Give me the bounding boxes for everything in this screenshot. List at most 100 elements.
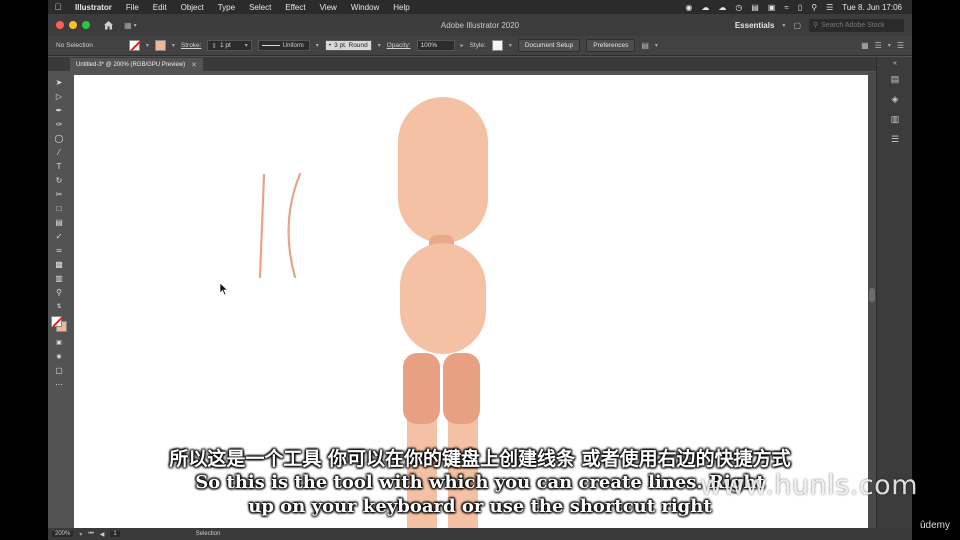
chevron-down-icon[interactable]: ▾: [146, 42, 149, 49]
fill-stroke-indicator[interactable]: [51, 316, 67, 332]
minimize-window-button[interactable]: [69, 21, 77, 29]
libraries-panel-icon[interactable]: ▥: [877, 109, 912, 129]
free-transform-tool-icon[interactable]: □: [52, 202, 66, 214]
variable-width-profile[interactable]: Uniform: [257, 40, 310, 51]
more-tools-icon[interactable]: ⋯: [52, 378, 66, 390]
gradient-tool-icon[interactable]: ▤: [52, 216, 66, 228]
cloud-upload-icon[interactable]: ☁: [718, 3, 726, 12]
menu-effect[interactable]: Effect: [278, 3, 312, 12]
document-setup-button[interactable]: Document Setup: [517, 39, 581, 52]
creative-cloud-icon[interactable]: ☁: [701, 3, 709, 12]
fill-none-swatch[interactable]: [128, 40, 140, 51]
graphic-style-swatch[interactable]: [491, 40, 503, 51]
artboard-tool-icon[interactable]: ▥: [52, 272, 66, 284]
zoom-level[interactable]: 200%: [52, 531, 74, 537]
search-icon[interactable]: ⚲: [811, 3, 817, 12]
blend-tool-icon[interactable]: ≃: [52, 244, 66, 256]
chevron-down-icon[interactable]: ▾: [172, 42, 175, 49]
stepper-icon[interactable]: ⇕: [211, 42, 216, 50]
menubar-clock[interactable]: Tue 8. Jun 17:06: [842, 3, 902, 12]
selection-tool-icon[interactable]: ➤: [52, 76, 66, 88]
menu-file[interactable]: File: [119, 3, 146, 12]
brush-definition[interactable]: • 3 pt. Round: [324, 40, 372, 51]
chevron-down-icon[interactable]: ▾: [888, 42, 891, 49]
fill-indicator[interactable]: [51, 316, 62, 327]
menu-type[interactable]: Type: [211, 3, 242, 12]
character-torso[interactable]: [400, 243, 486, 354]
zoom-tool-icon[interactable]: ⚲: [52, 286, 66, 298]
swap-fill-stroke-icon[interactable]: ⇅: [52, 300, 66, 312]
stroke-label[interactable]: Stroke:: [181, 42, 202, 49]
curvature-tool-icon[interactable]: ✑: [52, 118, 66, 130]
eyedropper-tool-icon[interactable]: ✓: [52, 230, 66, 242]
chevron-down-icon[interactable]: ▾: [509, 42, 512, 49]
panel-menu-icon[interactable]: ☰: [875, 41, 882, 50]
character-shorts-right[interactable]: [443, 353, 480, 424]
opacity-field[interactable]: 100%: [416, 40, 455, 51]
arrange-icon[interactable]: ▢: [793, 21, 801, 30]
close-icon[interactable]: ✕: [191, 61, 197, 69]
pen-tool-icon[interactable]: ✒: [52, 104, 66, 116]
zoom-window-button[interactable]: [82, 21, 90, 29]
chevron-down-icon[interactable]: ▾: [655, 42, 658, 49]
screen-icon[interactable]: ▣: [768, 3, 776, 12]
align-icon[interactable]: ▤: [641, 41, 649, 50]
draw-mode-icon[interactable]: ◉: [52, 350, 66, 362]
menu-view[interactable]: View: [313, 3, 344, 12]
menu-app-name[interactable]: Illustrator: [68, 3, 119, 12]
wifi-icon[interactable]: ≈: [784, 3, 788, 12]
ellipse-tool-icon[interactable]: ◯: [52, 132, 66, 144]
home-icon[interactable]: [102, 19, 114, 31]
character-shorts-left[interactable]: [403, 353, 440, 424]
vertical-scrollbar[interactable]: [868, 72, 876, 528]
opacity-label[interactable]: Opacity:: [387, 42, 411, 49]
arrange-documents-button[interactable]: ▦ ▾: [124, 21, 137, 30]
symbol-sprayer-tool-icon[interactable]: ▩: [52, 258, 66, 270]
layers-panel-icon[interactable]: ◈: [877, 89, 912, 109]
menu-window[interactable]: Window: [344, 3, 386, 12]
canvas-area[interactable]: [70, 72, 876, 528]
rotate-tool-icon[interactable]: ↻: [52, 174, 66, 186]
chevron-down-icon[interactable]: ▾: [378, 42, 381, 49]
artboard-number[interactable]: 1: [110, 531, 120, 537]
stroke-weight-field[interactable]: ⇕ 1 pt ▾: [207, 40, 252, 51]
close-window-button[interactable]: [56, 21, 64, 29]
document-tab[interactable]: Untitled-3* @ 200% (RGB/GPU Preview) ✕: [70, 58, 203, 71]
chevron-down-icon[interactable]: ▾: [782, 22, 785, 29]
menu-object[interactable]: Object: [174, 3, 211, 12]
menu-edit[interactable]: Edit: [146, 3, 174, 12]
straight-stroke-line[interactable]: [258, 173, 266, 279]
transform-icon[interactable]: ▦: [861, 41, 869, 50]
artboard[interactable]: [74, 75, 876, 528]
control-center-icon[interactable]: ☰: [826, 3, 833, 12]
status-mode[interactable]: Selection: [196, 531, 221, 537]
paintbrush-tool-icon[interactable]: ⁄: [52, 146, 66, 158]
chevron-down-icon[interactable]: ▾: [79, 531, 82, 538]
stock-search-input[interactable]: ⚲ Search Adobe Stock: [809, 18, 904, 32]
character-head[interactable]: [398, 97, 488, 243]
properties-panel-icon[interactable]: ▤: [877, 69, 912, 89]
artwork[interactable]: [74, 75, 876, 528]
chevron-down-icon[interactable]: ▾: [316, 42, 319, 49]
direct-selection-tool-icon[interactable]: ▷: [52, 90, 66, 102]
screen-mode-icon[interactable]: ▢: [52, 364, 66, 376]
workspace-switcher[interactable]: Essentials: [735, 21, 775, 30]
collapse-panels-icon[interactable]: «: [877, 57, 912, 69]
control-bar-menu-icon[interactable]: ☰: [897, 41, 904, 50]
first-artboard-icon[interactable]: ⏮: [88, 531, 93, 538]
stroke-panel-icon[interactable]: ☰: [877, 129, 912, 149]
type-tool-icon[interactable]: T: [52, 160, 66, 172]
record-icon[interactable]: ◉: [685, 3, 692, 12]
scrollbar-thumb[interactable]: [869, 288, 875, 302]
battery-icon[interactable]: ▯: [798, 3, 802, 12]
preferences-button[interactable]: Preferences: [586, 39, 636, 52]
text-input-icon[interactable]: ▤: [751, 3, 759, 12]
apple-icon[interactable]: : [48, 2, 68, 12]
chevron-right-icon[interactable]: ▸: [461, 42, 464, 49]
menu-help[interactable]: Help: [386, 3, 416, 12]
chevron-down-icon[interactable]: ▾: [245, 42, 248, 49]
stroke-color-swatch[interactable]: [154, 40, 166, 51]
color-mode-icon[interactable]: ▣: [52, 336, 66, 348]
menu-select[interactable]: Select: [242, 3, 278, 12]
prev-artboard-icon[interactable]: ◀: [100, 531, 105, 538]
